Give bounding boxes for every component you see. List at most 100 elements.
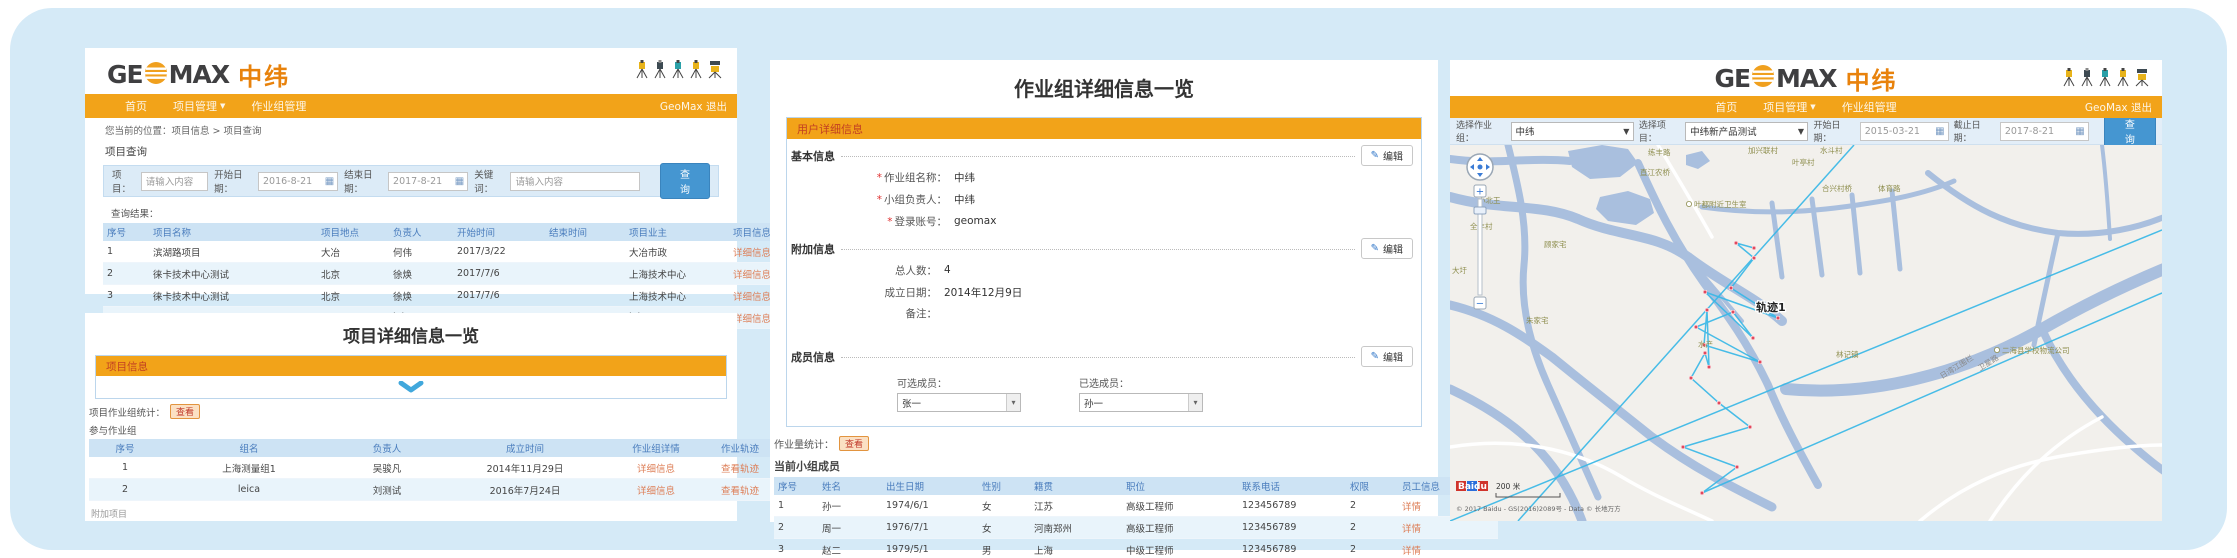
table-cell: 何伟 <box>389 241 453 263</box>
detail-link[interactable]: 详细信息 <box>733 314 771 325</box>
detail-link[interactable]: 查看轨迹 <box>721 486 759 497</box>
available-members-select[interactable]: 张一▾ <box>897 393 1021 412</box>
table-cell: 上海 <box>1030 539 1122 558</box>
group-select[interactable]: 中纬▼ <box>1511 122 1634 141</box>
calendar-icon[interactable]: ▦ <box>2075 126 2084 137</box>
dotted-divider <box>841 248 1355 250</box>
track-point-marker[interactable] <box>1752 256 1755 259</box>
table-row: 3徕卡技术中心测试北京徐焕2017/7/6上海技术中心详细信息 <box>103 285 783 307</box>
workload-row: 作业量统计： 查看 <box>774 436 1438 451</box>
track-point-marker[interactable] <box>1703 351 1706 354</box>
nav-user-logout[interactable]: GeoMax 退出 <box>660 99 727 114</box>
detail-link[interactable]: 详细信息 <box>733 248 771 259</box>
calendar-icon[interactable]: ▦ <box>325 176 334 187</box>
section-member-info: 成员信息 ✎编辑 <box>789 346 1413 367</box>
end-date-input[interactable]: 2017-8-21▦ <box>388 172 468 191</box>
detail-link[interactable]: 详细信息 <box>733 270 771 281</box>
table-cell: 上海测量组1 <box>161 457 337 479</box>
field-row: 备注： <box>787 303 1421 340</box>
table-cell: 徐焕 <box>389 263 453 285</box>
start-date-input[interactable]: 2015-03-21▦ <box>1860 122 1949 141</box>
detail-link[interactable]: 详情 <box>1402 502 1421 513</box>
track-point-marker[interactable] <box>1731 310 1734 313</box>
track-point-marker[interactable] <box>1748 425 1751 428</box>
track-point-marker[interactable] <box>1758 360 1761 363</box>
table-cell: 123456789 <box>1238 517 1346 539</box>
table-cell: 2 <box>774 517 818 539</box>
edit-button[interactable]: ✎编辑 <box>1361 145 1413 166</box>
nav-item-workgroup-mgmt[interactable]: 作业组管理 <box>1842 99 1897 115</box>
track-point-marker[interactable] <box>1735 465 1738 468</box>
track-point-marker[interactable] <box>1707 365 1710 368</box>
participating-groups-label: 参与作业组 <box>89 423 737 437</box>
track-point-marker[interactable] <box>1700 491 1703 494</box>
track-point-marker[interactable] <box>1734 241 1737 244</box>
selected-members-select[interactable]: 孙一▾ <box>1079 393 1203 412</box>
track-point-marker[interactable] <box>1752 246 1755 249</box>
results-label: 查询结果： <box>111 206 737 220</box>
view-workload-button[interactable]: 查看 <box>839 436 869 451</box>
total-station-icon <box>2062 68 2076 91</box>
view-stats-button[interactable]: 查看 <box>170 404 200 419</box>
field-row: 总人数：4 <box>787 259 1421 281</box>
nav-item-home[interactable]: 首页 <box>125 98 147 114</box>
detail-link[interactable]: 详细信息 <box>637 486 675 497</box>
detail-link[interactable]: 详细信息 <box>733 292 771 303</box>
nav-item-workgroup-mgmt[interactable]: 作业组管理 <box>251 98 306 114</box>
table-cell: 周一 <box>818 517 882 539</box>
project-label: 项目： <box>112 167 135 195</box>
start-date-input[interactable]: 2016-8-21▦ <box>258 172 338 191</box>
nav-item-project-mgmt[interactable]: 项目管理▼ <box>173 98 225 114</box>
panel-workgroup-detail: 作业组详细信息一览 用户详细信息 基本信息 ✎编辑 *作业组名称：中纬 *小组负… <box>770 60 1438 522</box>
detail-link[interactable]: 详情 <box>1402 524 1421 535</box>
track-point-marker[interactable] <box>1689 376 1692 379</box>
map-place-label: 叶都附近卫生室 <box>1694 199 1747 209</box>
table-cell <box>545 241 625 263</box>
column-header: 籍贯 <box>1030 477 1122 495</box>
user-detail-box: 用户详细信息 基本信息 ✎编辑 *作业组名称：中纬 *小组负责人：中纬 *登录账… <box>786 117 1422 427</box>
track-name-label: 轨迹1 <box>1756 300 1786 314</box>
nav-item-project-mgmt[interactable]: 项目管理▼ <box>1763 99 1815 115</box>
track-point-marker[interactable] <box>1703 290 1706 293</box>
collapse-row[interactable] <box>96 376 726 398</box>
logo-text-ge: GE <box>107 60 143 89</box>
track-point-marker[interactable] <box>1717 401 1720 404</box>
map-pan-control[interactable] <box>1467 154 1493 180</box>
track-point-marker[interactable] <box>1729 286 1732 289</box>
edit-button[interactable]: ✎编辑 <box>1361 238 1413 259</box>
track-point-marker[interactable] <box>1681 445 1684 448</box>
field-label: 小组负责人： <box>884 194 947 206</box>
search-button[interactable]: 查询 <box>660 163 710 199</box>
track-point-marker[interactable] <box>1751 336 1754 339</box>
end-date-input[interactable]: 2017-8-21▦ <box>2000 122 2089 141</box>
project-input[interactable]: 请输入内容 <box>141 172 208 191</box>
detail-link[interactable]: 查看轨迹 <box>721 464 759 475</box>
nav-user-logout[interactable]: GeoMax 退出 <box>2085 100 2152 115</box>
edit-button[interactable]: ✎编辑 <box>1361 346 1413 367</box>
zoom-slider-handle[interactable] <box>1474 207 1486 214</box>
end-date-label: 结束日期： <box>344 167 382 195</box>
field-label: 登录账号： <box>895 216 948 228</box>
track-point-marker[interactable] <box>1776 316 1779 319</box>
search-button[interactable]: 查询 <box>2104 113 2156 149</box>
baidu-brand-logo: Baidu <box>1456 481 1488 492</box>
detail-link[interactable]: 详细信息 <box>637 464 675 475</box>
table-cell: 查看轨迹 <box>699 479 781 501</box>
table-cell: 大冶市政 <box>625 241 729 263</box>
calendar-icon[interactable]: ▦ <box>455 176 464 187</box>
field-value: 中纬 <box>954 192 975 207</box>
nav-item-home[interactable]: 首页 <box>1715 99 1737 115</box>
table-cell: 河南郑州 <box>1030 517 1122 539</box>
map-container[interactable]: 小北王全丰村顾家宅大圩朱家宅练丰路直江农桥加兴联村叶亭村水斗村合兴村桥体育路水产… <box>1450 145 2162 521</box>
baidu-map[interactable]: 小北王全丰村顾家宅大圩朱家宅练丰路直江农桥加兴联村叶亭村水斗村合兴村桥体育路水产… <box>1450 145 2162 521</box>
track-point-marker[interactable] <box>1705 308 1708 311</box>
detail-link[interactable]: 详情 <box>1402 546 1421 557</box>
keyword-input[interactable]: 请输入内容 <box>510 172 640 191</box>
project-select[interactable]: 中纬新产品测试▼ <box>1685 122 1808 141</box>
table-row: 2leica刘测试2016年7月24日详细信息查看轨迹 <box>89 479 781 501</box>
track-point-marker[interactable] <box>1694 325 1697 328</box>
current-members-label: 当前小组成员 <box>774 458 1438 474</box>
field-row: *登录账号：geomax <box>787 210 1421 232</box>
column-header: 负责人 <box>337 439 437 457</box>
calendar-icon[interactable]: ▦ <box>1935 126 1944 137</box>
